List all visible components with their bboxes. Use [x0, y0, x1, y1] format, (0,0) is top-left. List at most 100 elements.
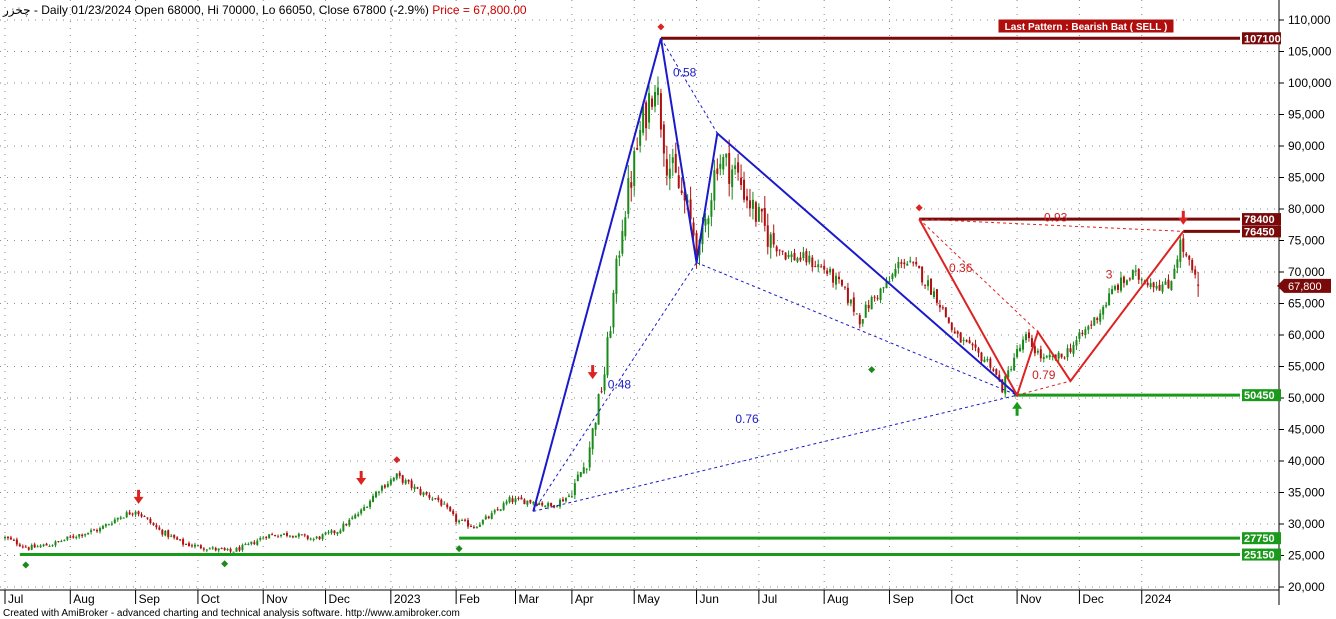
candle-body	[57, 541, 60, 543]
x-tick-label: Nov	[1020, 592, 1041, 606]
candle-body	[840, 279, 843, 286]
y-tick-label: 60,000	[1288, 328, 1325, 342]
x-tick-label: Mar	[518, 592, 539, 606]
candle-body	[983, 359, 986, 363]
candle-body	[24, 546, 27, 548]
candle-body	[710, 200, 713, 217]
pivot-diamond-icon	[455, 545, 463, 553]
candle-body	[517, 497, 520, 499]
candle-body	[15, 539, 18, 545]
candle-body	[1102, 307, 1105, 315]
sell-arrow-icon	[587, 372, 598, 380]
candle-body	[615, 258, 618, 294]
candle-body	[158, 527, 161, 530]
candle-body	[567, 495, 570, 497]
y-tick-label: 35,000	[1288, 486, 1325, 500]
candle-body	[407, 479, 410, 482]
candle-body	[799, 257, 802, 261]
candle-body	[193, 544, 196, 547]
candle-body	[238, 546, 241, 551]
candle-body	[244, 543, 247, 545]
x-tick-label: Dec	[1082, 592, 1103, 606]
candle-body	[882, 287, 885, 289]
candle-body	[728, 153, 731, 184]
candle-body	[98, 528, 101, 532]
candle-body	[1045, 356, 1048, 358]
candle-body	[223, 548, 226, 550]
candle-body	[843, 286, 846, 288]
candle-body	[395, 473, 398, 479]
candle-body	[288, 535, 291, 537]
candle-body	[606, 337, 609, 376]
candle-body	[986, 359, 989, 361]
candle-body	[570, 496, 573, 498]
candle-body	[336, 532, 339, 534]
candle-body	[1057, 352, 1060, 359]
x-tick-label: 2024	[1145, 592, 1172, 606]
x-tick-label: Dec	[329, 592, 350, 606]
candle-body	[790, 254, 793, 258]
candle-body	[879, 288, 882, 301]
pattern-ratio-label: 3	[1106, 267, 1113, 281]
candle-body	[989, 358, 992, 368]
candle-body	[93, 529, 96, 531]
candle-body	[428, 494, 431, 498]
candle-body	[119, 517, 122, 519]
y-tick-label: 45,000	[1288, 423, 1325, 437]
pattern-ratio-line	[1016, 380, 1071, 396]
candle-body	[1182, 238, 1185, 252]
candle-body	[766, 225, 769, 247]
candle-body	[1161, 284, 1164, 292]
candle-body	[1140, 279, 1143, 281]
candle-body	[274, 534, 277, 537]
candle-body	[603, 374, 606, 391]
candle-body	[345, 523, 348, 526]
candle-body	[282, 533, 285, 535]
candle-body	[523, 499, 526, 505]
candle-body	[805, 251, 808, 263]
candle-body	[585, 468, 588, 470]
candle-body	[760, 208, 763, 212]
candle-body	[532, 502, 535, 504]
candle-body	[372, 496, 375, 503]
pivot-diamond-icon	[22, 561, 30, 569]
candle-body	[375, 491, 377, 498]
y-tick-label: 75,000	[1288, 234, 1325, 248]
candle-body	[1197, 284, 1200, 286]
y-tick-label: 55,000	[1288, 360, 1325, 374]
candle-body	[214, 548, 217, 551]
y-tick-label: 65,000	[1288, 297, 1325, 311]
x-tick-label: Oct	[201, 592, 220, 606]
candle-body	[977, 348, 980, 353]
candle-body	[1173, 268, 1176, 279]
stock-chart[interactable]: 0.58 0.48 0.76 0.36 0.79 0.93 3 20,000 25,000 30…	[0, 0, 1336, 619]
candle-body	[935, 289, 938, 303]
candle-body	[220, 547, 223, 549]
candle-body	[1033, 346, 1036, 354]
candle-body	[60, 541, 63, 543]
candle-body	[793, 252, 796, 261]
candle-body	[490, 513, 493, 519]
candle-body	[751, 199, 754, 209]
candle-body	[1066, 348, 1069, 358]
level-tag-label: 50450	[1244, 390, 1275, 402]
candle-body	[107, 524, 110, 526]
pattern-ratio-line	[533, 394, 1018, 512]
candle-body	[1117, 284, 1119, 290]
candle-body	[487, 516, 490, 519]
x-tick-label: 2023	[394, 592, 421, 606]
time-axis: Jul Aug Sep Oct Nov Dec 2023 Feb Mar Apr May Jun Jul…	[4, 590, 1172, 606]
candle-body	[321, 534, 324, 540]
candle-body	[757, 206, 760, 222]
x-tick-label: May	[637, 592, 660, 606]
candle-body	[125, 512, 128, 518]
candle-body	[173, 534, 176, 538]
candle-body	[677, 175, 680, 188]
pivot-diamond-icon	[393, 456, 401, 464]
candle-body	[763, 207, 766, 226]
candle-body	[713, 170, 716, 201]
candle-body	[303, 534, 306, 536]
candle-body	[1078, 332, 1081, 339]
pivot-diamond-icon	[915, 204, 923, 212]
pattern-leg-blue	[532, 38, 1018, 512]
